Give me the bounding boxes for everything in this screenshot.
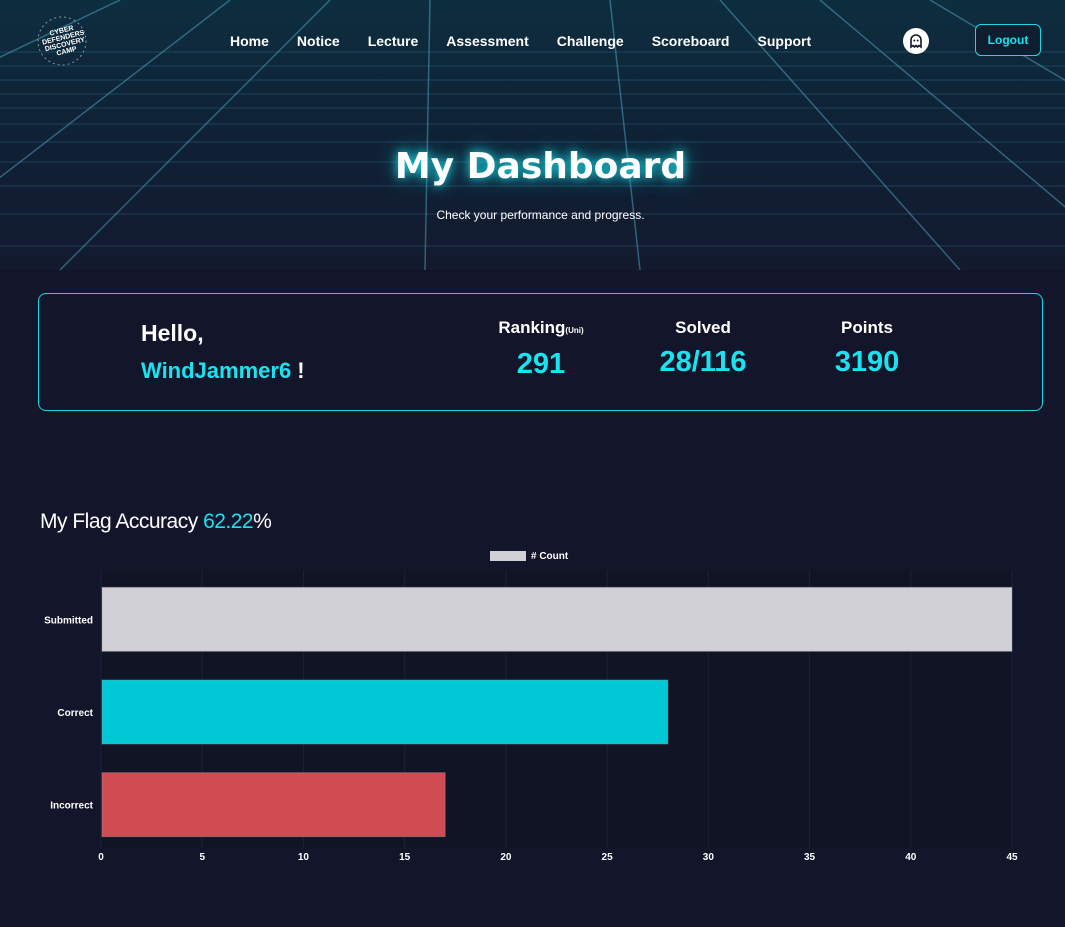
x-tick-label: 20 <box>500 852 512 863</box>
profile-avatar[interactable] <box>903 28 929 54</box>
y-tick-label: Incorrect <box>50 801 93 812</box>
y-tick-label: Correct <box>57 708 93 719</box>
ranking-sub: (Uni) <box>565 326 584 335</box>
ranking-label: Ranking(Uni) <box>461 318 621 338</box>
page-subtitle: Check your performance and progress. <box>436 208 645 222</box>
x-tick-label: 10 <box>298 852 310 863</box>
nav-home[interactable]: Home <box>216 31 283 51</box>
accuracy-unit: % <box>253 510 272 533</box>
hero-banner: CYBER DEFENDERS DISCOVERY CAMP Home Noti… <box>0 0 1065 270</box>
bar-incorrect <box>101 772 446 838</box>
points-stat: Points 3190 <box>787 318 947 379</box>
logo-icon: CYBER DEFENDERS DISCOVERY CAMP <box>37 16 87 66</box>
main-nav: Home Notice Lecture Assessment Challenge… <box>216 31 825 51</box>
nav-support[interactable]: Support <box>744 31 826 51</box>
x-tick-label: 5 <box>199 852 205 863</box>
ranking-label-text: Ranking <box>498 318 566 337</box>
solved-value: 28/116 <box>659 346 747 378</box>
ranking-stat: Ranking(Uni) 291 <box>461 318 621 381</box>
flag-accuracy-chart: # Count Submitted Correct Incorrect 0 5 10 15 20… <box>44 551 1018 863</box>
legend-label: # Count <box>531 551 569 562</box>
solved-stat: Solved 28/116 <box>623 318 783 379</box>
x-tick-label: 45 <box>1006 852 1018 863</box>
accuracy-title: My Flag Accuracy 62.22% <box>40 510 272 534</box>
logout-button[interactable]: Logout <box>975 24 1041 56</box>
nav-assessment[interactable]: Assessment <box>432 31 543 51</box>
x-tick-label: 0 <box>98 852 104 863</box>
solved-label: Solved <box>675 318 731 337</box>
bar-submitted <box>101 586 1013 652</box>
x-tick-label: 25 <box>602 852 614 863</box>
x-tick-label: 30 <box>703 852 715 863</box>
accuracy-value: 62.22 <box>203 510 254 533</box>
y-tick-label: Submitted <box>44 615 93 626</box>
ghost-icon <box>910 34 922 49</box>
nav-challenge[interactable]: Challenge <box>543 31 638 51</box>
nav-lecture[interactable]: Lecture <box>354 31 433 51</box>
nav-notice[interactable]: Notice <box>283 31 354 51</box>
site-logo[interactable]: CYBER DEFENDERS DISCOVERY CAMP <box>32 12 96 70</box>
accuracy-label: My Flag Accuracy <box>40 510 204 533</box>
nav-scoreboard[interactable]: Scoreboard <box>638 31 744 51</box>
x-tick-label: 15 <box>399 852 411 863</box>
x-tick-label: 35 <box>804 852 816 863</box>
points-value: 3190 <box>834 346 900 378</box>
username-line: WindJammer6 ! <box>141 358 305 384</box>
x-tick-label: 40 <box>905 852 917 863</box>
stats-card: Hello, WindJammer6 ! Ranking(Uni) 291 So… <box>38 293 1043 411</box>
bar-correct <box>101 679 669 745</box>
legend-swatch <box>490 551 526 561</box>
page-title: My Dashboard <box>394 146 687 187</box>
username: WindJammer6 <box>141 358 292 383</box>
ranking-value: 291 <box>516 348 566 380</box>
username-exclaim: ! <box>291 358 305 383</box>
greeting-text: Hello, <box>141 320 204 346</box>
points-label: Points <box>841 318 893 337</box>
